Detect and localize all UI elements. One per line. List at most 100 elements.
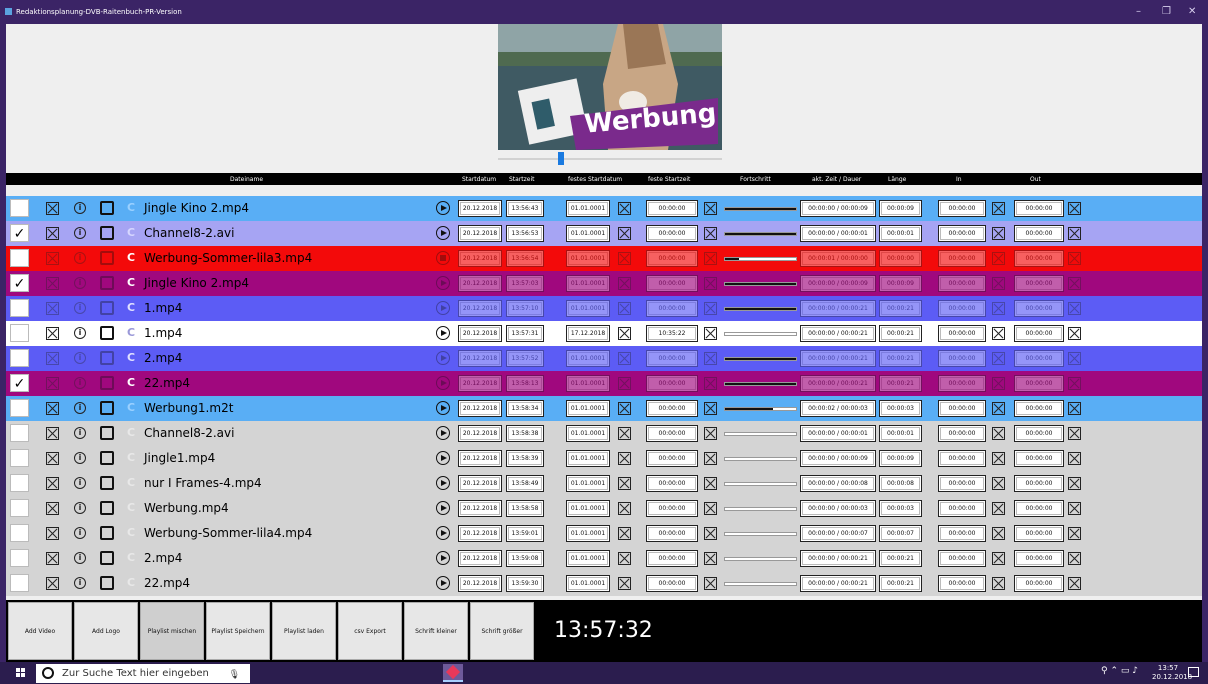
- clear-in-x-icon[interactable]: [992, 577, 1005, 590]
- clear-time-x-icon[interactable]: [704, 252, 717, 265]
- clear-time-x-icon[interactable]: [704, 227, 717, 240]
- square-toggle[interactable]: [100, 351, 114, 365]
- fixed-date-field[interactable]: 01.01.0001: [566, 375, 610, 392]
- info-icon[interactable]: i: [74, 202, 86, 214]
- delete-x-icon[interactable]: [46, 427, 59, 440]
- square-toggle[interactable]: [100, 451, 114, 465]
- clear-time-x-icon[interactable]: [704, 452, 717, 465]
- clear-out-x-icon[interactable]: [1068, 252, 1081, 265]
- clear-date-x-icon[interactable]: [618, 552, 631, 565]
- table-row[interactable]: i C Werbung-Sommer-lila3.mp4 20.12.2018 13:5…: [6, 246, 1202, 271]
- startdate-field[interactable]: 20.12.2018: [458, 400, 502, 417]
- system-tray-icons[interactable]: ⚲ ⌃ ▭ ♪: [1101, 666, 1138, 676]
- info-icon[interactable]: i: [74, 502, 86, 514]
- out-field[interactable]: 00:00:00: [1014, 550, 1064, 567]
- info-icon[interactable]: i: [74, 427, 86, 439]
- windows-start-icon[interactable]: [16, 668, 26, 678]
- starttime-field[interactable]: 13:56:54: [506, 250, 544, 267]
- clear-time-x-icon[interactable]: [704, 477, 717, 490]
- table-row[interactable]: ✓ i C Jingle Kino 2.mp4 20.12.2018 13:57:03 01…: [6, 271, 1202, 296]
- starttime-field[interactable]: 13:58:39: [506, 450, 544, 467]
- preview-slider[interactable]: [498, 152, 722, 165]
- schrift-kleiner-button[interactable]: Schrift kleiner: [404, 602, 468, 660]
- fixed-time-field[interactable]: 00:00:00: [646, 475, 698, 492]
- in-field[interactable]: 00:00:00: [938, 325, 986, 342]
- startdate-field[interactable]: 20.12.2018: [458, 275, 502, 292]
- play-icon[interactable]: [436, 201, 450, 215]
- clear-date-x-icon[interactable]: [618, 452, 631, 465]
- out-field[interactable]: 00:00:00: [1014, 200, 1064, 217]
- out-field[interactable]: 00:00:00: [1014, 325, 1064, 342]
- delete-x-icon[interactable]: [46, 452, 59, 465]
- fixed-time-field[interactable]: 00:00:00: [646, 425, 698, 442]
- delete-x-icon[interactable]: [46, 502, 59, 515]
- play-icon[interactable]: [436, 501, 450, 515]
- fixed-time-field[interactable]: 10:35:22: [646, 325, 698, 342]
- play-icon[interactable]: [436, 551, 450, 565]
- starttime-field[interactable]: 13:56:53: [506, 225, 544, 242]
- table-row[interactable]: i C Werbung.mp4 20.12.2018 13:58:58 01.01.000…: [6, 496, 1202, 521]
- fixed-time-field[interactable]: 00:00:00: [646, 275, 698, 292]
- clear-in-x-icon[interactable]: [992, 377, 1005, 390]
- delete-x-icon[interactable]: [46, 352, 59, 365]
- delete-x-icon[interactable]: [46, 552, 59, 565]
- play-icon[interactable]: [436, 226, 450, 240]
- fixed-time-field[interactable]: 00:00:00: [646, 350, 698, 367]
- clear-out-x-icon[interactable]: [1068, 502, 1081, 515]
- square-toggle[interactable]: [100, 376, 114, 390]
- starttime-field[interactable]: 13:57:31: [506, 325, 544, 342]
- delete-x-icon[interactable]: [46, 477, 59, 490]
- starttime-field[interactable]: 13:58:58: [506, 500, 544, 517]
- play-icon[interactable]: [436, 376, 450, 390]
- delete-x-icon[interactable]: [46, 327, 59, 340]
- starttime-field[interactable]: 13:58:49: [506, 475, 544, 492]
- clear-time-x-icon[interactable]: [704, 202, 717, 215]
- out-field[interactable]: 00:00:00: [1014, 575, 1064, 592]
- taskbar-search-input[interactable]: Zur Suche Text hier eingeben 🎙: [36, 664, 250, 683]
- play-icon[interactable]: [436, 351, 450, 365]
- fixed-date-field[interactable]: 01.01.0001: [566, 250, 610, 267]
- in-field[interactable]: 00:00:00: [938, 575, 986, 592]
- out-field[interactable]: 00:00:00: [1014, 300, 1064, 317]
- clear-date-x-icon[interactable]: [618, 302, 631, 315]
- info-icon[interactable]: i: [74, 402, 86, 414]
- clear-time-x-icon[interactable]: [704, 427, 717, 440]
- startdate-field[interactable]: 20.12.2018: [458, 250, 502, 267]
- microphone-icon[interactable]: 🎙: [229, 666, 240, 684]
- info-icon[interactable]: i: [74, 327, 86, 339]
- info-icon[interactable]: i: [74, 527, 86, 539]
- clear-out-x-icon[interactable]: [1068, 452, 1081, 465]
- fixed-date-field[interactable]: 01.01.0001: [566, 225, 610, 242]
- in-field[interactable]: 00:00:00: [938, 275, 986, 292]
- starttime-field[interactable]: 13:59:01: [506, 525, 544, 542]
- clear-date-x-icon[interactable]: [618, 277, 631, 290]
- square-toggle[interactable]: [100, 276, 114, 290]
- clear-date-x-icon[interactable]: [618, 577, 631, 590]
- startdate-field[interactable]: 20.12.2018: [458, 450, 502, 467]
- in-field[interactable]: 00:00:00: [938, 425, 986, 442]
- close-button[interactable]: ✕: [1188, 6, 1196, 17]
- starttime-field[interactable]: 13:58:38: [506, 425, 544, 442]
- startdate-field[interactable]: 20.12.2018: [458, 200, 502, 217]
- csv-export-button[interactable]: csv Export: [338, 602, 402, 660]
- add-video-button[interactable]: Add Video: [8, 602, 72, 660]
- clear-out-x-icon[interactable]: [1068, 277, 1081, 290]
- clear-in-x-icon[interactable]: [992, 277, 1005, 290]
- out-field[interactable]: 00:00:00: [1014, 500, 1064, 517]
- clear-date-x-icon[interactable]: [618, 502, 631, 515]
- in-field[interactable]: 00:00:00: [938, 375, 986, 392]
- table-row[interactable]: ✓ i C 22.mp4 20.12.2018 13:58:13 01.01.0001 00:…: [6, 371, 1202, 396]
- clear-in-x-icon[interactable]: [992, 502, 1005, 515]
- play-icon[interactable]: [436, 476, 450, 490]
- square-toggle[interactable]: [100, 226, 114, 240]
- delete-x-icon[interactable]: [46, 402, 59, 415]
- clear-in-x-icon[interactable]: [992, 477, 1005, 490]
- clear-time-x-icon[interactable]: [704, 327, 717, 340]
- out-field[interactable]: 00:00:00: [1014, 375, 1064, 392]
- clear-out-x-icon[interactable]: [1068, 302, 1081, 315]
- in-field[interactable]: 00:00:00: [938, 500, 986, 517]
- clear-in-x-icon[interactable]: [992, 202, 1005, 215]
- playlist-mischen-button[interactable]: Playlist mischen: [140, 602, 204, 660]
- table-row[interactable]: i C Jingle1.mp4 20.12.2018 13:58:39 01.01.000…: [6, 446, 1202, 471]
- play-icon[interactable]: [436, 301, 450, 315]
